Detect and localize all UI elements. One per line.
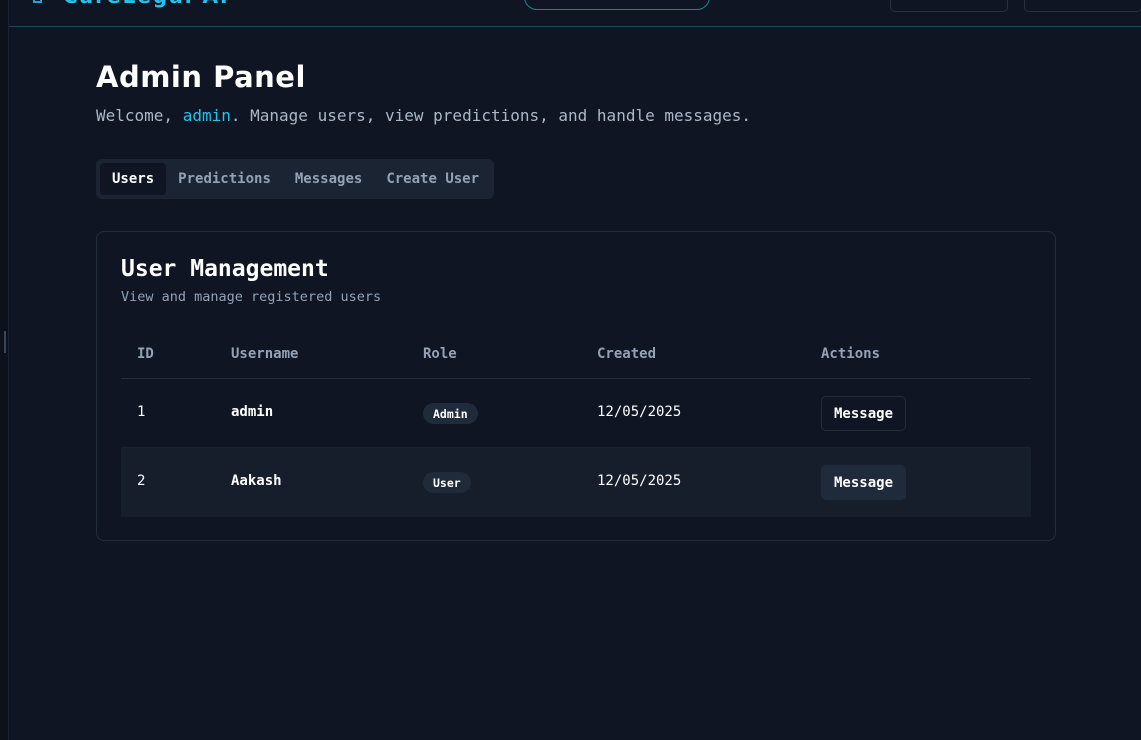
tab-create-user[interactable]: Create User (374, 163, 491, 195)
admin-tabs: Users Predictions Messages Create User (96, 159, 494, 199)
resize-handle[interactable] (4, 331, 6, 353)
cell-username: admin (231, 404, 274, 420)
window-left-edge (0, 0, 9, 740)
current-username: admin (182, 106, 231, 125)
nav-button-1[interactable] (890, 0, 1008, 12)
tab-predictions[interactable]: Predictions (166, 163, 283, 195)
column-header-id: ID (137, 346, 154, 362)
message-button[interactable]: Message (821, 396, 907, 431)
user-management-card: User Management View and manage register… (96, 231, 1056, 541)
column-header-actions: Actions (821, 346, 881, 362)
welcome-prefix: Welcome, (96, 106, 183, 125)
tab-messages[interactable]: Messages (283, 163, 374, 195)
cell-id: 2 (137, 473, 146, 489)
card-title: User Management (121, 256, 329, 282)
brain-icon (33, 0, 42, 3)
top-navigation-bar: CareLegal AI (9, 0, 1141, 27)
column-header-username: Username (231, 346, 299, 362)
role-badge: Admin (423, 403, 478, 424)
cell-username: Aakash (231, 473, 282, 489)
role-badge: User (423, 472, 471, 493)
message-button[interactable]: Message (821, 465, 907, 500)
cell-created: 12/05/2025 (597, 473, 682, 489)
nav-search-pill[interactable] (524, 0, 710, 10)
users-table: ID Username Role Created Actions 1 admin… (121, 332, 1031, 517)
cell-id: 1 (137, 404, 146, 420)
app-logo[interactable]: CareLegal AI (31, 0, 229, 8)
cell-created: 12/05/2025 (597, 404, 682, 420)
nav-button-2[interactable] (1024, 0, 1141, 12)
tab-users[interactable]: Users (100, 163, 167, 195)
column-header-role: Role (423, 346, 457, 362)
table-row: 2 Aakash User 12/05/2025 Message (121, 448, 1031, 517)
table-header: ID Username Role Created Actions (121, 332, 1031, 379)
welcome-suffix: . Manage users, view predictions, and ha… (230, 106, 752, 125)
page-title: Admin Panel (96, 60, 306, 94)
card-subtitle: View and manage registered users (121, 289, 382, 305)
column-header-created: Created (597, 346, 657, 362)
app-logo-text: CareLegal AI (63, 0, 229, 8)
welcome-message: Welcome, admin. Manage users, view predi… (96, 106, 751, 125)
table-row: 1 admin Admin 12/05/2025 Message (121, 379, 1031, 448)
